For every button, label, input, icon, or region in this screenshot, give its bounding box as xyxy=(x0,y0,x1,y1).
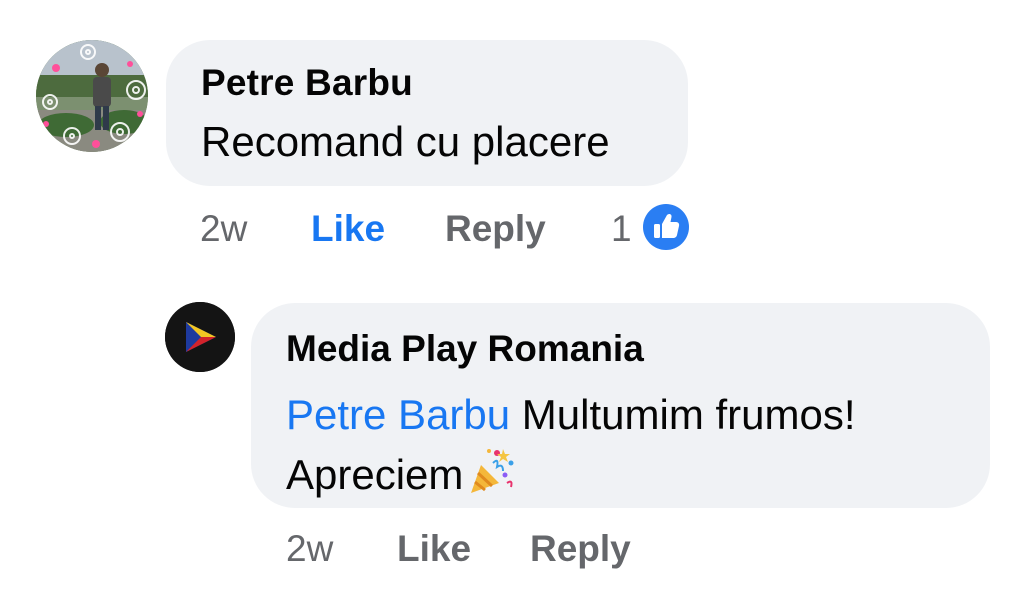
party-popper-icon xyxy=(467,445,517,497)
avatar[interactable] xyxy=(36,40,148,152)
user-avatar-photo xyxy=(36,40,148,152)
like-button[interactable]: Like xyxy=(397,528,471,570)
reply-author[interactable]: Media Play Romania xyxy=(286,328,644,370)
media-play-logo xyxy=(165,302,235,372)
reaction-count[interactable]: 1 xyxy=(611,208,632,250)
like-button[interactable]: Like xyxy=(311,208,385,250)
comment-author[interactable]: Petre Barbu xyxy=(201,62,413,104)
thumbs-up-icon[interactable] xyxy=(643,204,689,250)
reply-bubble: Media Play Romania Petre Barbu Multumim … xyxy=(251,303,990,508)
comment-bubble: Petre Barbu Recomand cu placere xyxy=(166,40,688,186)
comment-text: Recomand cu placere xyxy=(201,118,610,165)
reply-text-line2: Apreciem xyxy=(286,451,464,498)
reply-text-line1: Multumim frumos! xyxy=(510,391,856,438)
mention-link[interactable]: Petre Barbu xyxy=(286,391,510,438)
reply-text: Petre Barbu Multumim frumos! Apreciem xyxy=(286,385,966,505)
reply-button[interactable]: Reply xyxy=(530,528,631,570)
reply-timestamp[interactable]: 2w xyxy=(286,528,333,570)
comment-timestamp[interactable]: 2w xyxy=(200,208,247,250)
reply-button[interactable]: Reply xyxy=(445,208,546,250)
avatar[interactable] xyxy=(165,302,235,372)
